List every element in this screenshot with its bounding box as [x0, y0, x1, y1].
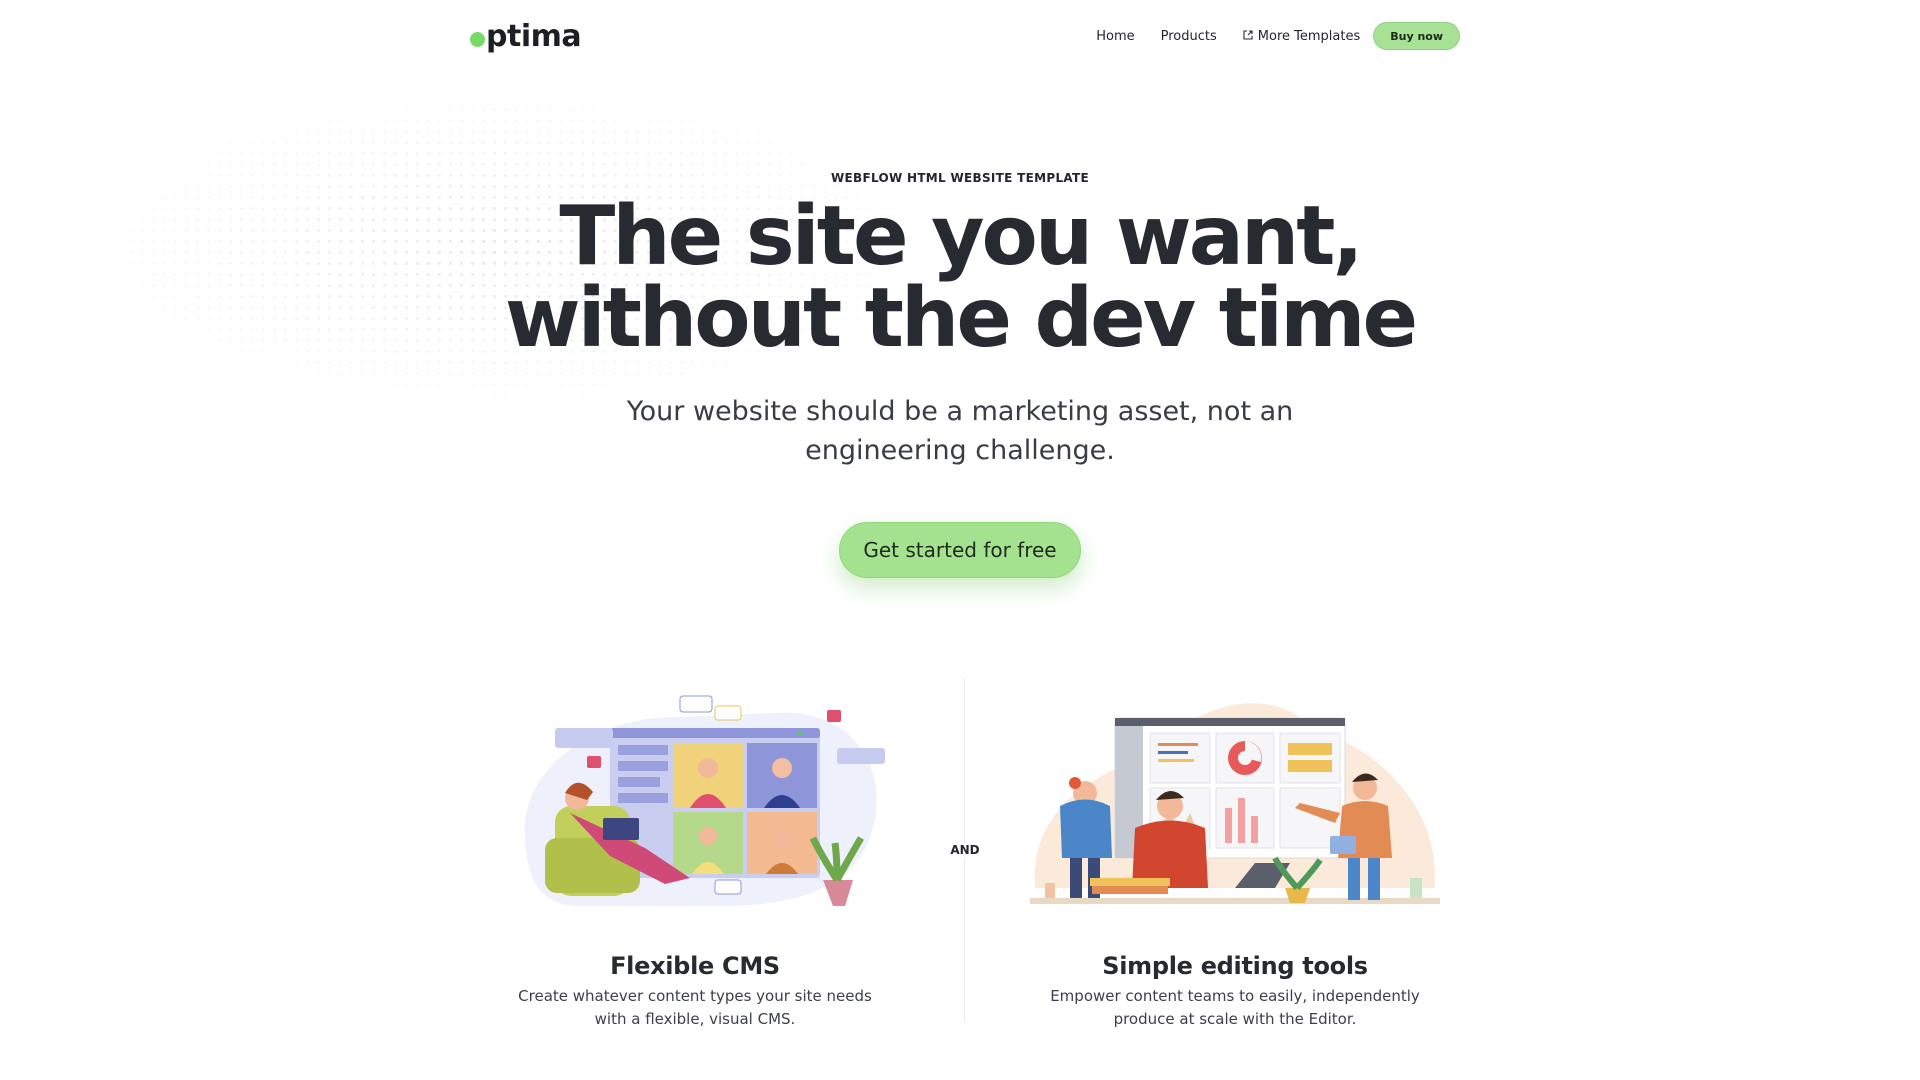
- headline-line-2: without the dev time: [504, 271, 1418, 366]
- nav-link-home[interactable]: Home: [1096, 29, 1134, 44]
- feature-title: Simple editing tools: [1102, 952, 1368, 980]
- nav-link-label: More Templates: [1257, 28, 1361, 44]
- subtitle-line-2: engineering challenge.: [805, 435, 1115, 466]
- feature-description: Create whatever content types your site …: [515, 985, 875, 1031]
- cta-wrapper: Get started for free: [0, 522, 1920, 578]
- logo[interactable]: ptima: [470, 18, 582, 54]
- headline-line-1: The site you want,: [559, 189, 1363, 284]
- hero-eyebrow: WEBFLOW HTML WEBSITE TEMPLATE: [830, 171, 1090, 185]
- subtitle-line-1: Your website should be a marketing asset…: [626, 396, 1294, 427]
- logo-text: ptima: [486, 18, 582, 54]
- feature-desc-line-1: Create whatever content types your site …: [518, 987, 872, 1005]
- hero-subtitle: Your website should be a marketing asset…: [0, 392, 1920, 470]
- feature-description: Empower content teams to easily, indepen…: [1030, 985, 1440, 1031]
- hero-headline: The site you want, without the dev time: [0, 196, 1920, 360]
- nav-link-products[interactable]: Products: [1161, 29, 1217, 44]
- feature-title: Flexible CMS: [610, 952, 780, 980]
- top-nav: ptima Home Products More Templates Buy n…: [470, 0, 1460, 72]
- feature-desc-line-2: produce at scale with the Editor.: [1113, 1010, 1357, 1028]
- logo-dot-icon: [470, 31, 485, 47]
- nav-link-more-templates[interactable]: More Templates: [1243, 29, 1360, 44]
- and-label: AND: [944, 843, 986, 857]
- feature-desc-line-1: Empower content teams to easily, indepen…: [1050, 987, 1420, 1005]
- buy-now-button[interactable]: Buy now: [1373, 22, 1460, 50]
- nav-links: Home Products More Templates Buy now: [1070, 22, 1460, 50]
- nav-link-label: Products: [1160, 28, 1217, 44]
- nav-link-label: Home: [1096, 28, 1135, 44]
- feature-desc-line-2: with a flexible, visual CMS.: [594, 1010, 796, 1028]
- get-started-button[interactable]: Get started for free: [839, 522, 1081, 578]
- external-link-icon: [1243, 29, 1253, 44]
